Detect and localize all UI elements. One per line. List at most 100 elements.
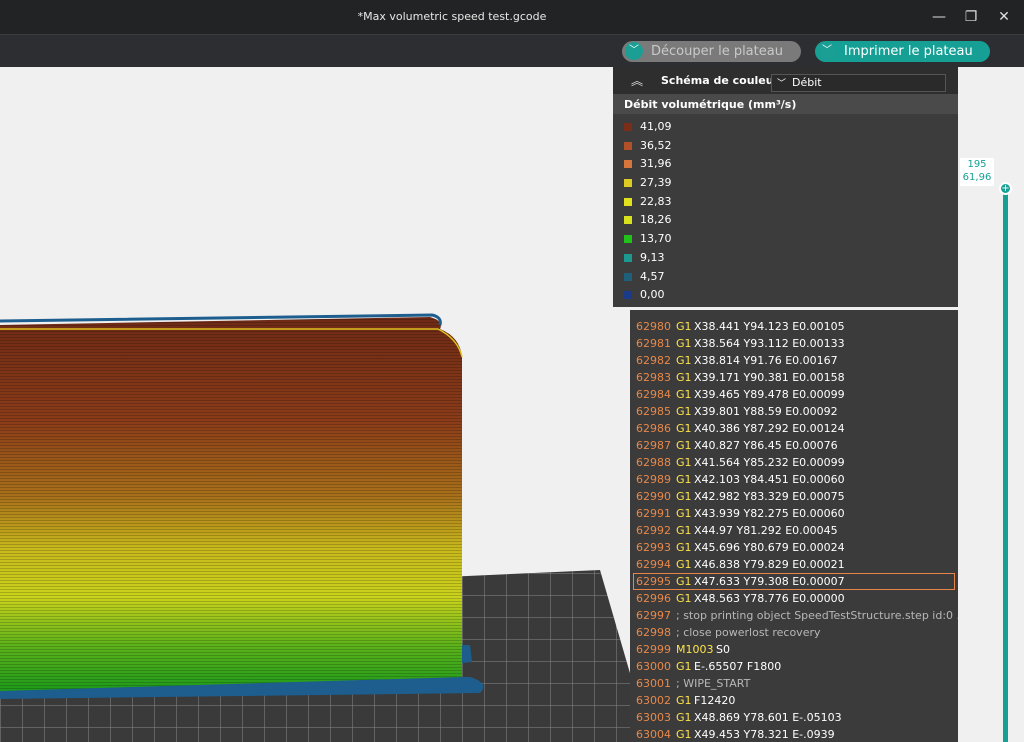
gcode-line[interactable]: 62982 G1 X38.814 Y91.76 E0.00167 (630, 352, 958, 369)
gcode-line[interactable]: 62990 G1 X42.982 Y83.329 E0.00075 (630, 488, 958, 505)
gcode-line-number: 62986 (636, 422, 671, 435)
gcode-line-number: 62994 (636, 558, 671, 571)
gcode-arguments: X45.696 Y80.679 E0.00024 (694, 541, 845, 554)
legend-items: 41,09 36,52 31,96 27,39 22,83 18,26 13,70 9,13 4… (613, 114, 958, 305)
restore-icon[interactable]: ❐ (960, 6, 982, 28)
layer-slider-handle[interactable]: + (999, 182, 1012, 195)
legend-item: 27,39 (613, 174, 958, 193)
gcode-line[interactable]: 62998 ; close powerlost recovery (630, 624, 958, 641)
gcode-line-current[interactable]: 62995 G1 X47.633 Y79.308 E0.00007 (633, 573, 955, 590)
gcode-command: G1 (676, 507, 692, 520)
gcode-line[interactable]: 63004 G1 X49.453 Y78.321 E-.0939 (630, 726, 958, 742)
gcode-comment: ; WIPE_START (676, 677, 751, 690)
gcode-arguments: X38.441 Y94.123 E0.00105 (694, 320, 845, 333)
gcode-arguments: X38.814 Y91.76 E0.00167 (694, 354, 838, 367)
legend-value: 22,83 (640, 194, 672, 208)
gcode-command: M1003 (676, 643, 714, 656)
gcode-line[interactable]: 63002 G1 F12420 (630, 692, 958, 709)
gcode-command: G1 (676, 422, 692, 435)
legend-item: 22,83 (613, 193, 958, 212)
gcode-command: G1 (676, 405, 692, 418)
gcode-line[interactable]: 62983 G1 X39.171 Y90.381 E0.00158 (630, 369, 958, 386)
color-scheme-select[interactable]: ﹀ Débit (771, 74, 946, 92)
gcode-command: G1 (676, 694, 692, 707)
gcode-line[interactable]: 62991 G1 X43.939 Y82.275 E0.00060 (630, 505, 958, 522)
layer-slider-label: 195 61,96 (960, 158, 994, 186)
gcode-arguments: X44.97 Y81.292 E0.00045 (694, 524, 838, 537)
gcode-line[interactable]: 62992 G1 X44.97 Y81.292 E0.00045 (630, 522, 958, 539)
gcode-line[interactable]: 62999 M1003 S0 (630, 641, 958, 658)
gcode-line[interactable]: 62986 G1 X40.386 Y87.292 E0.00124 (630, 420, 958, 437)
legend-item: 36,52 (613, 137, 958, 156)
gcode-line-number: 62993 (636, 541, 671, 554)
gcode-line[interactable]: 62985 G1 X39.801 Y88.59 E0.00092 (630, 403, 958, 420)
gcode-line[interactable]: 63003 G1 X48.869 Y78.601 E-.05103 (630, 709, 958, 726)
gcode-line-number: 62995 (636, 575, 671, 588)
gcode-comment: ; stop printing object SpeedTestStructur… (676, 609, 958, 622)
gcode-line[interactable]: 62988 G1 X41.564 Y85.232 E0.00099 (630, 454, 958, 471)
gcode-line-number: 63004 (636, 728, 671, 741)
gcode-line-number: 62989 (636, 473, 671, 486)
legend-swatch (624, 291, 632, 300)
gcode-line-number: 62991 (636, 507, 671, 520)
collapse-icon[interactable]: ︽ (631, 72, 643, 89)
gcode-viewer[interactable]: 62980 G1 X38.441 Y94.123 E0.00105 62981 G1 X3… (630, 310, 958, 742)
chevron-down-icon[interactable]: ﹀ (818, 42, 836, 60)
gcode-command: G1 (676, 541, 692, 554)
gcode-command: G1 (676, 728, 692, 741)
gcode-line[interactable]: 62981 G1 X38.564 Y93.112 E0.00133 (630, 335, 958, 352)
gcode-line-number: 62996 (636, 592, 671, 605)
legend-item: 31,96 (613, 155, 958, 174)
gcode-arguments: X49.453 Y78.321 E-.0939 (694, 728, 835, 741)
gcode-line[interactable]: 62987 G1 X40.827 Y86.45 E0.00076 (630, 437, 958, 454)
gcode-command: G1 (676, 388, 692, 401)
gcode-line[interactable]: 62994 G1 X46.838 Y79.829 E0.00021 (630, 556, 958, 573)
gcode-arguments: X47.633 Y79.308 E0.00007 (694, 575, 845, 588)
legend-item: 0,00 (613, 286, 958, 305)
gcode-command: G1 (676, 558, 692, 571)
gcode-line-number: 62984 (636, 388, 671, 401)
gcode-arguments: X39.465 Y89.478 E0.00099 (694, 388, 845, 401)
gcode-arguments: X38.564 Y93.112 E0.00133 (694, 337, 845, 350)
layer-slider-track[interactable] (1003, 188, 1008, 742)
legend-item: 13,70 (613, 230, 958, 249)
gcode-arguments: F12420 (694, 694, 736, 707)
legend-value: 0,00 (640, 288, 665, 302)
print-plate-button[interactable]: ﹀ Imprimer le plateau (815, 41, 990, 62)
close-icon[interactable]: ✕ (993, 6, 1015, 28)
legend-swatch (624, 160, 632, 169)
layer-number: 195 (967, 159, 987, 170)
gcode-line[interactable]: 62996 G1 X48.563 Y78.776 E0.00000 (630, 590, 958, 607)
gcode-command: G1 (676, 354, 692, 367)
gcode-line[interactable]: 62980 G1 X38.441 Y94.123 E0.00105 (630, 318, 958, 335)
legend-value: 41,09 (640, 120, 672, 133)
gcode-line-number: 62983 (636, 371, 671, 384)
legend-swatch (624, 197, 632, 206)
gcode-line[interactable]: 62984 G1 X39.465 Y89.478 E0.00099 (630, 386, 958, 403)
chevron-down-icon[interactable]: ﹀ (625, 42, 643, 60)
gcode-line[interactable]: 62993 G1 X45.696 Y80.679 E0.00024 (630, 539, 958, 556)
legend-swatch (624, 272, 632, 281)
legend-swatch (624, 216, 632, 225)
legend-swatch (624, 253, 632, 262)
gcode-line[interactable]: 62989 G1 X42.103 Y84.451 E0.00060 (630, 471, 958, 488)
slice-plate-button[interactable]: ﹀ Découper le plateau (622, 41, 801, 62)
gcode-arguments: X43.939 Y82.275 E0.00060 (694, 507, 845, 520)
legend-value: 4,57 (640, 269, 665, 283)
gcode-line-number: 63001 (636, 677, 671, 690)
gcode-line-number: 62997 (636, 609, 671, 622)
gcode-line-number: 62990 (636, 490, 671, 503)
gcode-command: G1 (676, 320, 692, 333)
gcode-line[interactable]: 63000 G1 E-.65507 F1800 (630, 658, 958, 675)
legend-value: 13,70 (640, 232, 672, 246)
minimize-icon[interactable]: — (928, 6, 950, 28)
gcode-comment: ; close powerlost recovery (676, 626, 821, 639)
gcode-arguments: X39.171 Y90.381 E0.00158 (694, 371, 845, 384)
gcode-line-number: 62988 (636, 456, 671, 469)
gcode-arguments: S0 (716, 643, 730, 656)
gcode-arguments: X41.564 Y85.232 E0.00099 (694, 456, 845, 469)
gcode-line-number: 63000 (636, 660, 671, 673)
legend-item: 41,09 (613, 118, 958, 137)
gcode-line[interactable]: 63001 ; WIPE_START (630, 675, 958, 692)
gcode-line[interactable]: 62997 ; stop printing object SpeedTestStr… (630, 607, 958, 624)
